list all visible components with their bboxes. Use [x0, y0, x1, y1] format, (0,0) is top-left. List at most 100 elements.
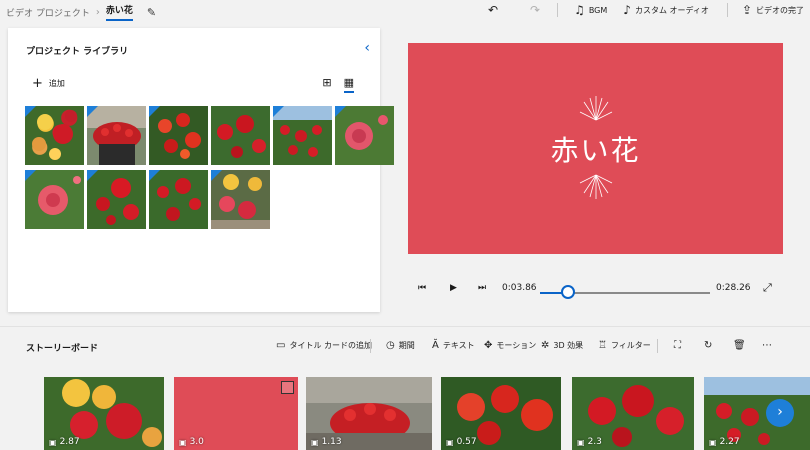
- storyboard-title: ストーリーボード: [26, 344, 99, 354]
- video-editor: ビデオ プロジェクト › 赤い花 ✎ ↶ ↷ ♫ BGM ♪ カスタム オーディ…: [0, 0, 810, 450]
- media-thumbnail[interactable]: [149, 106, 208, 165]
- add-label: 追加: [48, 79, 65, 88]
- image-icon: ▣: [49, 437, 57, 447]
- large-grid-icon[interactable]: ⊞: [322, 76, 331, 93]
- ornament-top-icon: [579, 96, 613, 121]
- small-grid-icon[interactable]: ▦: [343, 76, 354, 93]
- clip-duration: ▣ 1.13: [311, 437, 342, 447]
- undo-icon[interactable]: ↶: [463, 3, 523, 17]
- fullscreen-icon[interactable]: ⤢: [763, 281, 772, 295]
- filter-icon: ♖: [598, 340, 607, 351]
- 3d-effects-button[interactable]: ✲ 3D 効果: [541, 340, 583, 351]
- clip-duration: ▣ 2.3: [577, 437, 602, 447]
- clip-duration: ▣ 3.0: [179, 437, 204, 447]
- filter-button[interactable]: ♖ フィルター: [598, 340, 651, 351]
- top-bar: ビデオ プロジェクト › 赤い花 ✎ ↶ ↷ ♫ BGM ♪ カスタム オーディ…: [0, 0, 810, 22]
- storyboard: ストーリーボード ▭ タイトル カードの追加 ◷ 期間 Ă テキスト ✥ モーシ…: [0, 326, 810, 450]
- in-use-marker-icon: [149, 170, 160, 181]
- filter-label: フィルター: [610, 341, 651, 350]
- play-icon[interactable]: ▶: [450, 283, 457, 293]
- image-icon: ▣: [179, 437, 187, 447]
- image-icon: ▣: [577, 437, 585, 447]
- plus-icon: +: [32, 75, 43, 91]
- collapse-chevron-icon[interactable]: ‹: [364, 40, 370, 56]
- in-use-marker-icon: [87, 106, 98, 117]
- divider: [557, 3, 559, 17]
- breadcrumb-root[interactable]: ビデオ プロジェクト: [6, 6, 90, 19]
- more-icon: ⋯: [762, 340, 772, 351]
- scroll-next-button[interactable]: ›: [766, 399, 794, 427]
- add-title-card-button[interactable]: ▭ タイトル カードの追加: [276, 340, 372, 351]
- in-use-marker-icon: [149, 106, 160, 117]
- duration-label: 期間: [398, 341, 415, 350]
- selection-checkbox[interactable]: [281, 381, 294, 394]
- 3d-effects-icon: ✲: [541, 340, 550, 351]
- rotate-button[interactable]: ↻: [704, 340, 712, 351]
- library-title: プロジェクト ライブラリ: [26, 47, 129, 57]
- rename-pencil-icon[interactable]: ✎: [147, 6, 156, 19]
- text-button[interactable]: Ă テキスト: [432, 340, 475, 351]
- video-preview[interactable]: 赤い花: [408, 43, 783, 254]
- media-thumbnail[interactable]: [273, 106, 332, 165]
- custom-audio-button[interactable]: ♪ カスタム オーディオ: [623, 3, 709, 17]
- storyboard-clip[interactable]: ▣ 0.57: [441, 377, 561, 450]
- in-use-marker-icon: [87, 170, 98, 181]
- finish-video-button[interactable]: ⇪ ビデオの完了: [742, 3, 804, 17]
- bgm-label: BGM: [588, 5, 608, 15]
- music-note-icon: ♫: [574, 3, 585, 17]
- trash-icon: 🗑: [733, 340, 746, 351]
- delete-button[interactable]: 🗑: [733, 340, 746, 351]
- add-media-button[interactable]: + 追加: [32, 75, 65, 91]
- bgm-button[interactable]: ♫ BGM: [574, 3, 607, 17]
- chevron-right-icon: ›: [777, 404, 783, 420]
- clip-duration: ▣ 2.27: [709, 437, 740, 447]
- image-icon: ▣: [709, 437, 717, 447]
- add-title-card-label: タイトル カードの追加: [289, 341, 372, 350]
- step-back-icon[interactable]: ⏮: [418, 283, 426, 293]
- chevron-right-icon: ›: [95, 6, 100, 18]
- divider: [657, 339, 658, 353]
- in-use-marker-icon: [335, 106, 346, 117]
- text-icon: Ă: [432, 340, 439, 351]
- image-icon: ▣: [311, 437, 319, 447]
- duration-button[interactable]: ◷ 期間: [386, 340, 415, 351]
- storyboard-clip[interactable]: ▣ 2.27: [704, 377, 810, 450]
- project-title[interactable]: 赤い花: [105, 3, 133, 21]
- media-thumbnail[interactable]: [211, 170, 270, 229]
- seek-handle[interactable]: [561, 285, 575, 299]
- storyboard-clip[interactable]: ▣ 2.3: [572, 377, 694, 450]
- text-label: テキスト: [442, 341, 475, 350]
- storyboard-clip-title-card[interactable]: ▣ 3.0: [174, 377, 298, 450]
- title-card-icon: ▭: [276, 340, 286, 351]
- project-library-panel: プロジェクト ライブラリ ‹ + 追加 ⊞ ▦: [8, 28, 394, 312]
- view-toggle: ⊞ ▦: [322, 76, 354, 93]
- preview-title-text: 赤い花: [550, 134, 641, 167]
- custom-audio-label: カスタム オーディオ: [634, 5, 709, 15]
- in-use-marker-icon: [211, 170, 222, 181]
- motion-icon: ✥: [484, 340, 493, 351]
- resize-button[interactable]: ⛶: [674, 340, 681, 351]
- more-options-button[interactable]: ⋯: [762, 340, 772, 351]
- finish-video-label: ビデオの完了: [756, 5, 804, 15]
- redo-icon[interactable]: ↷: [523, 3, 547, 17]
- ornament-bottom-icon: [579, 174, 613, 199]
- media-thumbnail[interactable]: [149, 170, 208, 229]
- resize-icon: ⛶: [674, 340, 681, 351]
- media-thumbnail[interactable]: [25, 170, 84, 229]
- clock-icon: ◷: [386, 340, 395, 351]
- in-use-marker-icon: [25, 170, 36, 181]
- step-forward-icon[interactable]: ⏭: [478, 283, 486, 293]
- in-use-marker-icon: [25, 106, 36, 117]
- motion-button[interactable]: ✥ モーション: [484, 340, 536, 351]
- media-thumbnail[interactable]: [335, 106, 394, 165]
- media-thumbnail[interactable]: [211, 106, 270, 165]
- rotate-icon: ↻: [704, 340, 713, 351]
- media-thumbnail[interactable]: [25, 106, 84, 165]
- 3d-effects-label: 3D 効果: [553, 341, 584, 350]
- divider: [726, 3, 728, 17]
- toolbar: ↶ ↷ ♫ BGM ♪ カスタム オーディオ ⇪ ビデオの完了: [463, 3, 810, 17]
- storyboard-clip[interactable]: ▣ 1.13: [306, 377, 432, 450]
- storyboard-clip[interactable]: ▣ 2.87: [44, 377, 164, 450]
- media-thumbnail[interactable]: [87, 170, 146, 229]
- media-thumbnail[interactable]: [87, 106, 146, 165]
